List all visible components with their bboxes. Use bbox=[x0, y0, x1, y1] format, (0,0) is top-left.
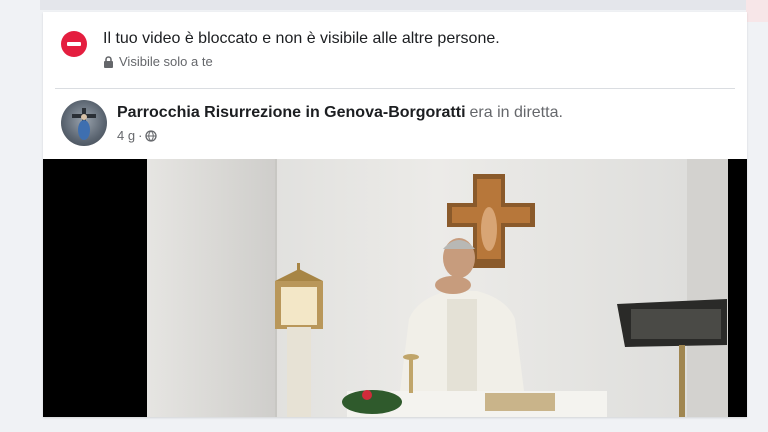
post-card: Il tuo video è bloccato e non è visibile… bbox=[43, 12, 747, 417]
post-header: Parrocchia Risurrezione in Genova-Borgor… bbox=[43, 96, 747, 160]
live-status: era in diretta. bbox=[469, 104, 563, 121]
meta-separator: · bbox=[138, 128, 143, 143]
page-name-link[interactable]: Parrocchia Risurrezione in Genova-Borgor… bbox=[117, 104, 466, 121]
notice-title: Il tuo video è bloccato e non è visibile… bbox=[103, 30, 500, 47]
post-meta: 4 g · bbox=[117, 128, 158, 143]
previous-card-edge bbox=[40, 0, 750, 10]
divider bbox=[55, 88, 735, 89]
globe-icon[interactable] bbox=[145, 129, 158, 142]
avatar-image bbox=[72, 108, 96, 140]
visibility-label: Visibile solo a te bbox=[119, 54, 213, 69]
blocked-notice: Il tuo video è bloccato e non è visibile… bbox=[43, 12, 747, 88]
video-frame bbox=[147, 159, 728, 417]
page-avatar[interactable] bbox=[61, 100, 107, 146]
lock-icon bbox=[104, 55, 113, 68]
page-edge-accent bbox=[746, 0, 768, 22]
post-author-line: Parrocchia Risurrezione in Genova-Borgor… bbox=[117, 104, 563, 122]
visibility-line: Visibile solo a te bbox=[103, 54, 213, 69]
video-player[interactable] bbox=[43, 159, 747, 417]
no-entry-icon bbox=[61, 31, 87, 57]
post-time[interactable]: 4 g bbox=[117, 128, 135, 143]
